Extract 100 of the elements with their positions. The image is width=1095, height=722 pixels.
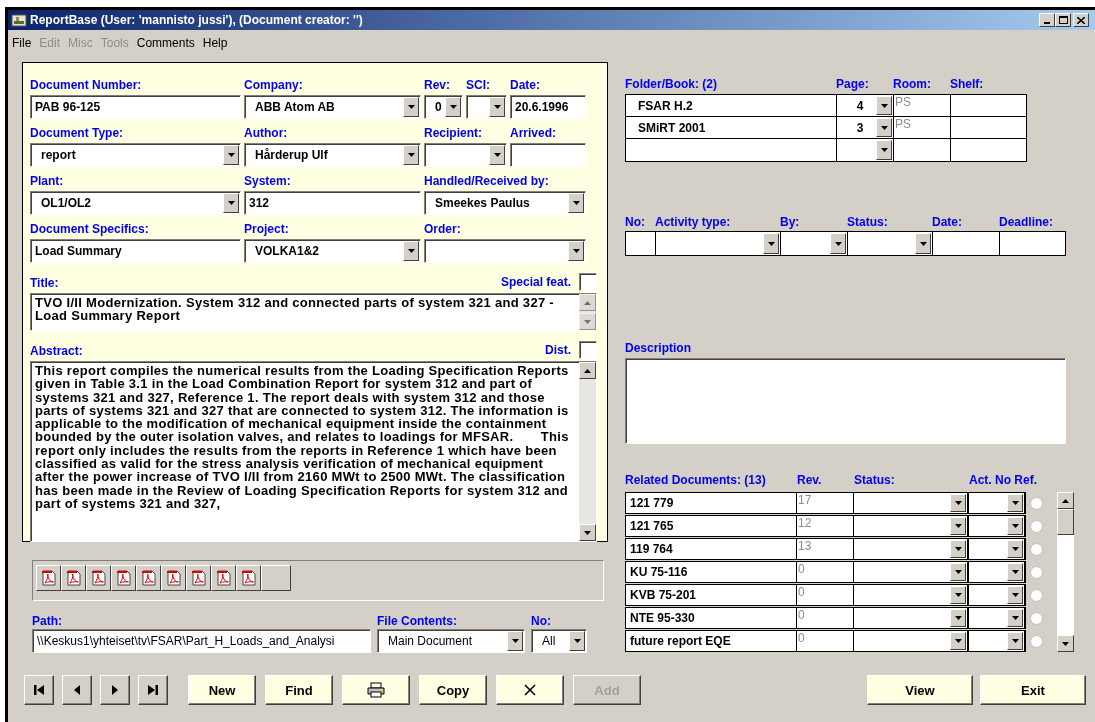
action-button[interactable]: Exit bbox=[980, 675, 1086, 705]
triangle-left-icon bbox=[73, 684, 81, 696]
dropdown[interactable] bbox=[969, 561, 1026, 583]
field-label: Plant: bbox=[30, 173, 65, 189]
input-field[interactable]: 20.6.1996 bbox=[510, 95, 586, 119]
dropdown[interactable]: All bbox=[531, 629, 587, 653]
input-field[interactable]: PAB 96-125 bbox=[30, 95, 241, 119]
caret-icon bbox=[489, 97, 505, 117]
dropdown[interactable]: ABB Atom AB bbox=[244, 95, 421, 119]
field-label: System: bbox=[244, 173, 292, 189]
scroll-down-button[interactable] bbox=[579, 524, 596, 541]
column-header: Related Documents: (13) bbox=[625, 472, 767, 488]
attachment-button[interactable] bbox=[236, 565, 261, 591]
scroll-up-button[interactable] bbox=[579, 362, 596, 379]
input-field[interactable]: 312 bbox=[244, 191, 421, 215]
dropdown[interactable]: 0 bbox=[424, 95, 463, 119]
field-label: SCI: bbox=[466, 77, 491, 93]
close-button[interactable] bbox=[1073, 13, 1089, 27]
menu-item[interactable]: Help bbox=[202, 36, 228, 52]
field-label: Author: bbox=[244, 125, 289, 141]
first-record-button[interactable] bbox=[24, 675, 54, 705]
action-button[interactable]: Copy bbox=[419, 675, 487, 705]
input-field[interactable]: Load Summary bbox=[30, 239, 241, 263]
radio-button[interactable] bbox=[1030, 496, 1043, 510]
print-button[interactable] bbox=[342, 675, 410, 705]
input-field[interactable] bbox=[510, 143, 586, 167]
scroll-up-button[interactable] bbox=[1057, 492, 1074, 509]
menu-item[interactable]: Comments bbox=[136, 36, 195, 52]
attachment-button[interactable] bbox=[111, 565, 136, 591]
action-button[interactable]: View bbox=[867, 675, 973, 705]
dropdown[interactable]: OL1/OL2 bbox=[30, 191, 241, 215]
dropdown[interactable] bbox=[424, 239, 586, 263]
dropdown[interactable] bbox=[854, 515, 969, 537]
attachment-button[interactable] bbox=[161, 565, 186, 591]
dropdown[interactable] bbox=[969, 538, 1026, 560]
action-button[interactable]: New bbox=[188, 675, 256, 705]
up-arrow-icon bbox=[584, 368, 591, 373]
checkbox[interactable] bbox=[579, 341, 597, 359]
dropdown[interactable] bbox=[969, 492, 1026, 514]
field-label: Rev: bbox=[424, 77, 451, 93]
minimize-button[interactable] bbox=[1039, 13, 1055, 27]
dropdown[interactable]: VOLKA1&2 bbox=[244, 239, 421, 263]
caret-icon bbox=[489, 145, 505, 165]
scrollbar[interactable] bbox=[579, 362, 596, 541]
attachment-button[interactable] bbox=[261, 565, 291, 591]
caret-icon bbox=[950, 517, 966, 535]
attachment-button[interactable] bbox=[61, 565, 86, 591]
radio-button[interactable] bbox=[1030, 519, 1043, 533]
action-button[interactable]: Find bbox=[265, 675, 333, 705]
text-area[interactable]: This report compiles the numerical results from the Loading Specification Reports given in Table 3.1 in the Load Combination Report for system 312 and part of systems 321 and 327, Reference 1. The report deals with system 312 and those parts of systems 321 and 327 that are connected to system 312. The information is applicable to the modification of mechanical equipment inside the containment bounded by the outer isolation valves, and relates to loadings for MFSAR. This report only includes the results from the reports in Reference 1 which have been classified as valid for the stress analysis verification of mechanical equipment after the power increase of TVO I/II from 2160 MWt to 2500 MWt. The classification has been made in the Review of Loading Specification Reports for system 312 and part of systems 321 and 327, bbox=[30, 361, 597, 542]
radio-button[interactable] bbox=[1030, 542, 1043, 556]
attachment-button[interactable] bbox=[86, 565, 111, 591]
table-cell: 12 bbox=[797, 515, 854, 537]
dropdown[interactable]: Hårderup Ulf bbox=[244, 143, 421, 167]
scrollbar[interactable] bbox=[1057, 492, 1074, 652]
attachment-button[interactable] bbox=[211, 565, 236, 591]
delete-button[interactable] bbox=[496, 675, 564, 705]
field-label: Document Specifics: bbox=[30, 221, 150, 237]
scrollbar-thumb[interactable] bbox=[1057, 509, 1074, 535]
dropdown[interactable]: report bbox=[30, 143, 241, 167]
attachment-button[interactable] bbox=[186, 565, 211, 591]
dropdown[interactable] bbox=[466, 95, 507, 119]
menu-item[interactable]: File bbox=[12, 36, 32, 52]
caret-icon bbox=[950, 563, 966, 581]
column-header: Deadline: bbox=[999, 214, 1054, 230]
input-field[interactable]: \\Keskus1\yhteiset\tv\FSAR\Part_H_Loads_and_Analysi bbox=[32, 629, 371, 653]
skip-forward-icon bbox=[147, 684, 159, 696]
dropdown[interactable] bbox=[854, 607, 969, 629]
column-header: Act. No Ref. bbox=[969, 472, 1038, 488]
last-record-button[interactable] bbox=[138, 675, 168, 705]
attachment-button[interactable] bbox=[136, 565, 161, 591]
scroll-down-button[interactable] bbox=[1057, 635, 1074, 652]
dropdown[interactable] bbox=[969, 515, 1026, 537]
radio-button[interactable] bbox=[1030, 611, 1043, 625]
text-area[interactable] bbox=[625, 358, 1066, 444]
maximize-button[interactable] bbox=[1055, 13, 1071, 27]
dropdown[interactable]: Main Document bbox=[377, 629, 525, 653]
checkbox[interactable] bbox=[579, 273, 597, 291]
dropdown[interactable] bbox=[969, 584, 1026, 606]
dropdown[interactable] bbox=[969, 630, 1026, 652]
dropdown[interactable] bbox=[969, 607, 1026, 629]
attachment-button[interactable] bbox=[36, 565, 61, 591]
table-cell: 0 bbox=[797, 630, 854, 652]
caret-icon bbox=[915, 233, 931, 254]
dropdown[interactable] bbox=[854, 561, 969, 583]
text-area[interactable]: TVO I/II Modernization. System 312 and connected parts of system 321 and 327 - Load Summary Report bbox=[30, 293, 597, 331]
previous-record-button[interactable] bbox=[62, 675, 92, 705]
radio-button[interactable] bbox=[1030, 634, 1043, 648]
dropdown[interactable]: Smeekes Paulus bbox=[424, 191, 586, 215]
caret-icon bbox=[569, 631, 585, 651]
dropdown[interactable] bbox=[854, 538, 969, 560]
radio-button[interactable] bbox=[1030, 565, 1043, 579]
dropdown[interactable] bbox=[854, 584, 969, 606]
dropdown[interactable] bbox=[854, 492, 969, 514]
table-row[interactable] bbox=[625, 231, 1066, 256]
dropdown[interactable] bbox=[854, 630, 969, 652]
column-header: Room: bbox=[893, 76, 932, 92]
next-record-button[interactable] bbox=[100, 675, 130, 705]
dropdown[interactable] bbox=[424, 143, 507, 167]
radio-button[interactable] bbox=[1030, 588, 1043, 602]
